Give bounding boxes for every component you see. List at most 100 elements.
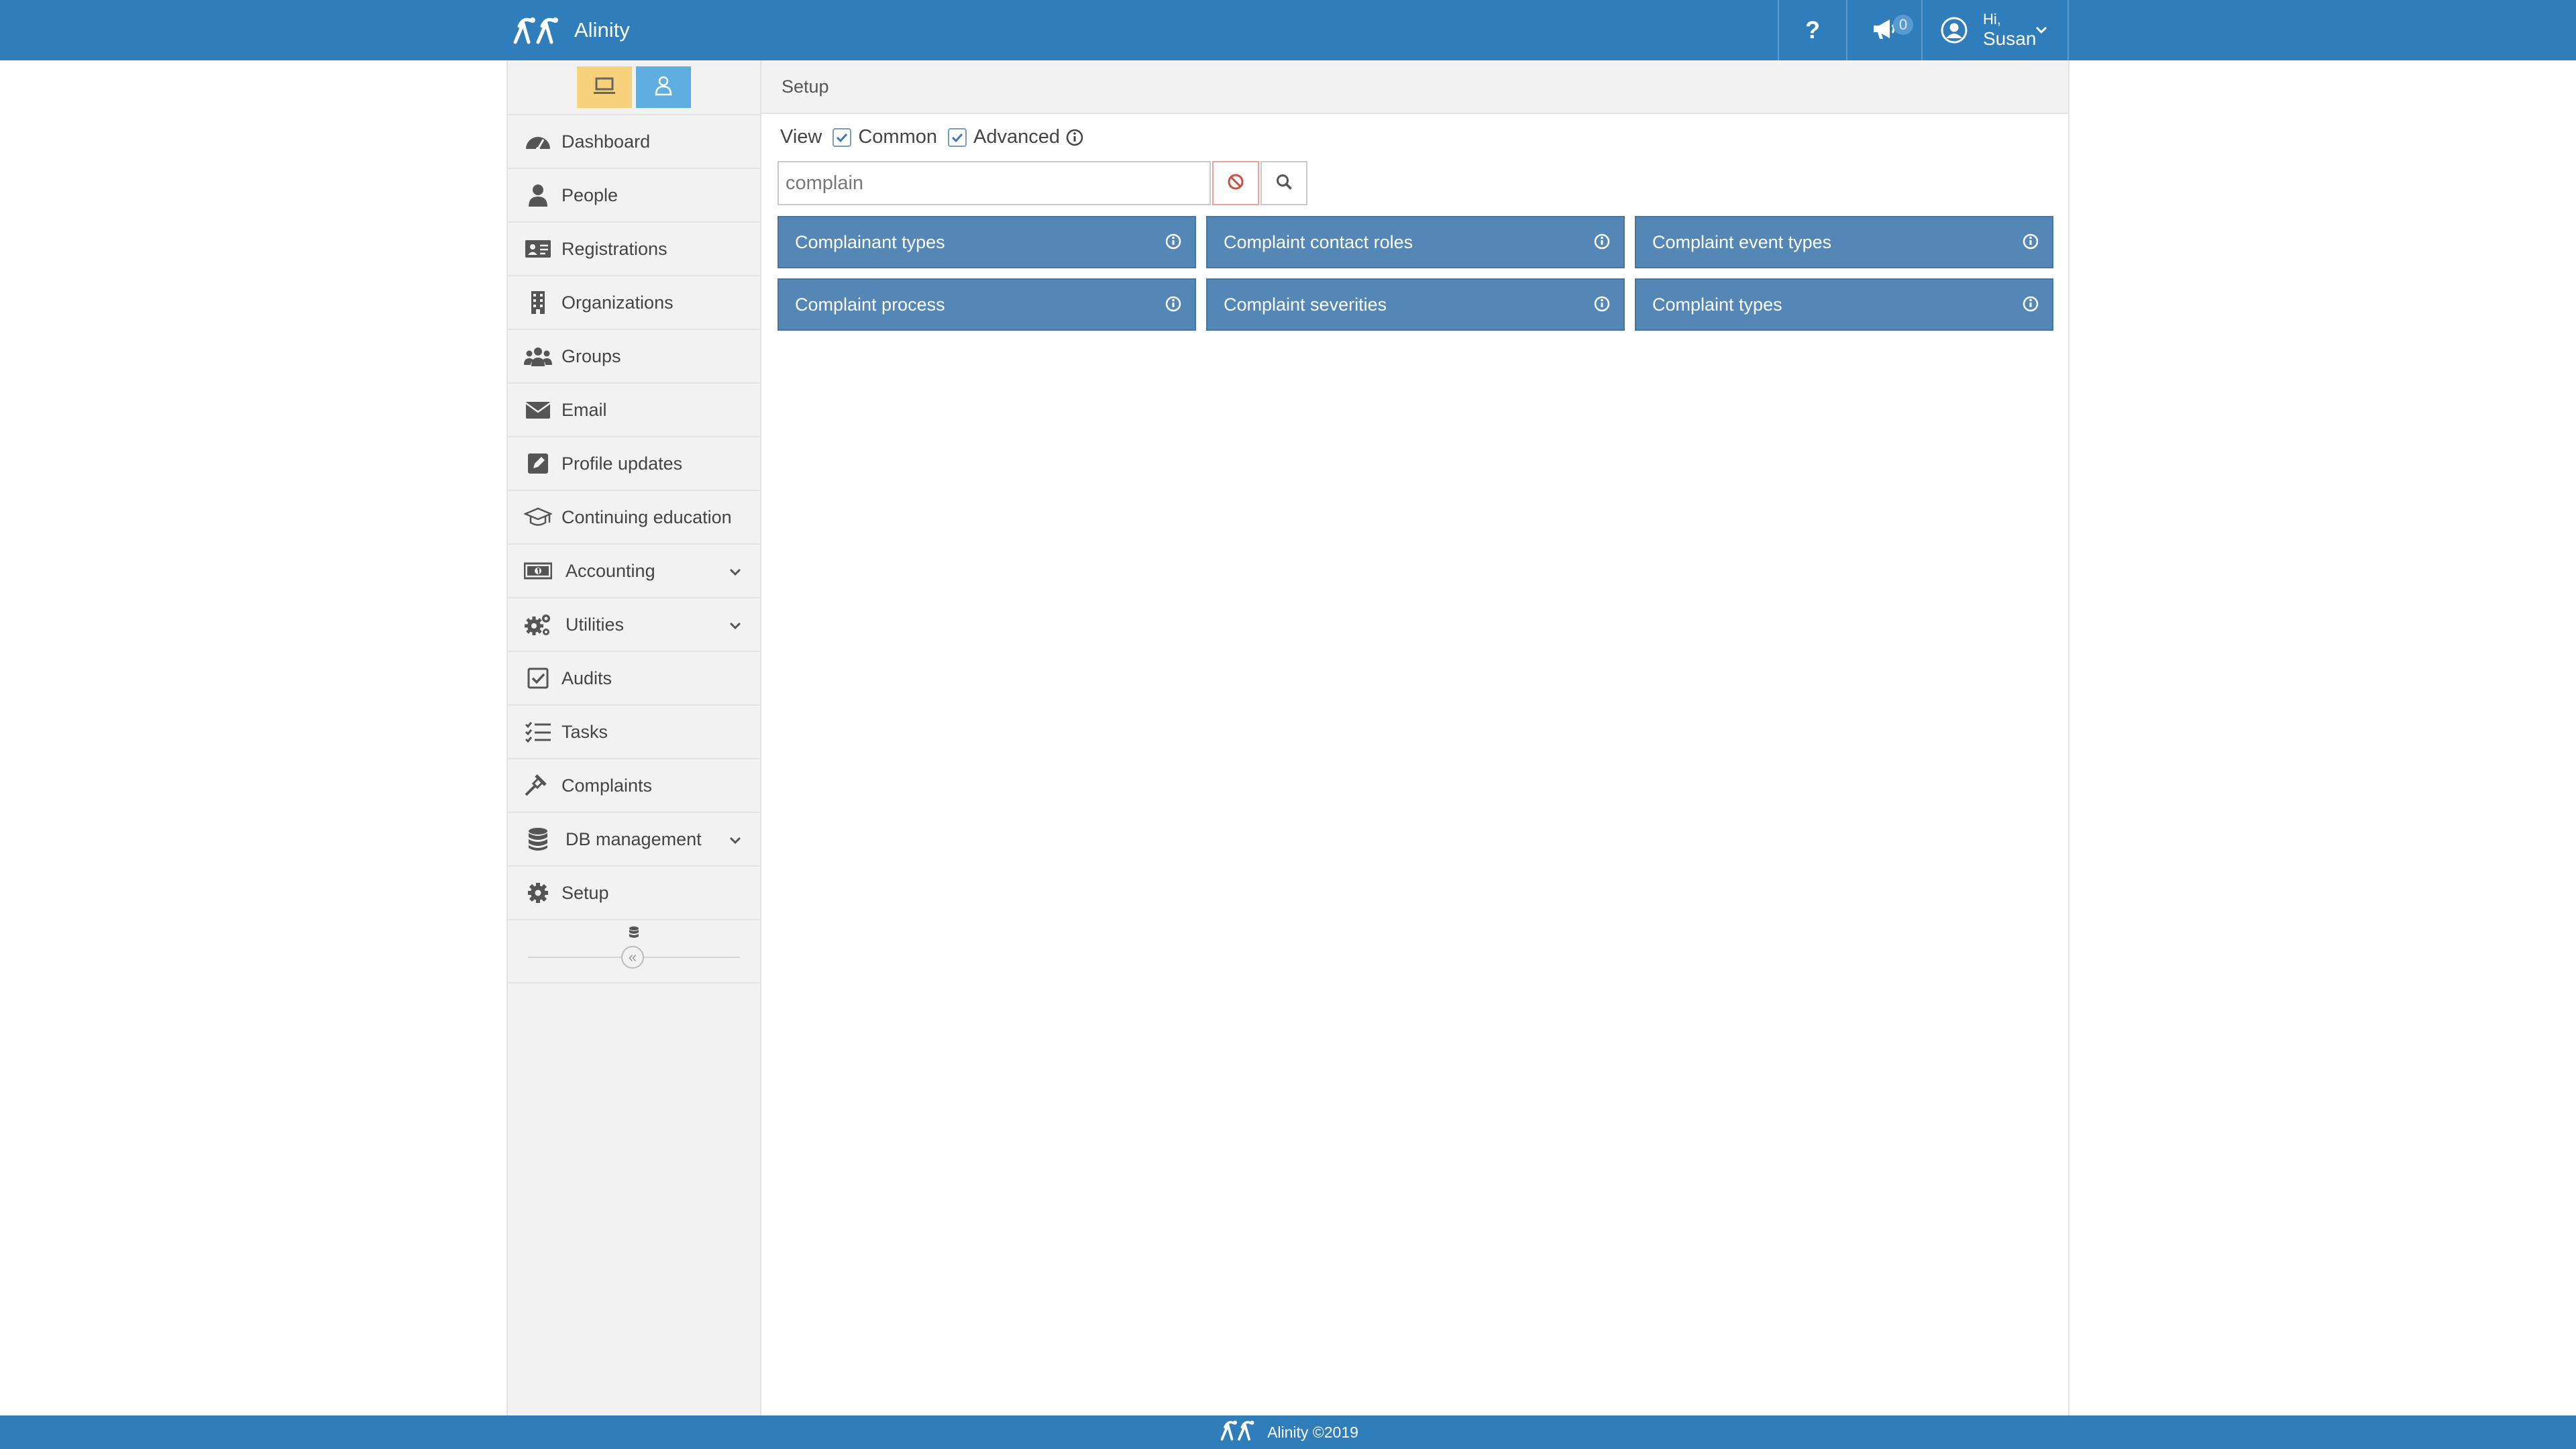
advanced-checkbox[interactable] — [948, 127, 967, 147]
sidebar-collapse-area: « — [508, 920, 760, 983]
info-icon[interactable] — [1593, 294, 1611, 313]
search-input[interactable] — [777, 161, 1211, 205]
top-navbar: Alinity ? 0 Hi, Susan — [0, 0, 2576, 60]
desktop-mode-button[interactable] — [577, 66, 632, 108]
search-button[interactable] — [1260, 161, 1307, 205]
alinity-logo-icon — [1218, 1418, 1260, 1446]
chevron-down-icon — [2034, 23, 2049, 41]
view-mode-toggle — [508, 60, 760, 115]
sidebar-item-label: Organizations — [561, 292, 674, 313]
sidebar-item-label: Registrations — [561, 238, 667, 259]
alinity-logo-icon — [511, 14, 565, 46]
breadcrumb: Setup — [761, 60, 2068, 114]
announcements-button[interactable]: 0 — [1846, 0, 1921, 60]
cog-icon — [524, 879, 552, 906]
sidebar-item-label: Setup — [561, 882, 609, 903]
common-checkbox-label[interactable]: Common — [858, 126, 937, 148]
tile-label: Complaint severities — [1224, 294, 1387, 315]
id-card-icon — [524, 235, 552, 262]
user-greeting: Hi, Susan — [1983, 12, 2036, 48]
sidebar-item-groups[interactable]: Groups — [508, 330, 760, 384]
sidebar-item-profile-updates[interactable]: Profile updates — [508, 437, 760, 491]
info-icon[interactable] — [1164, 232, 1183, 251]
info-icon[interactable] — [1065, 128, 1084, 147]
setup-tile-complaint-types[interactable]: Complaint types — [1635, 278, 2053, 331]
tachometer-icon — [524, 128, 552, 155]
sidebar-item-audits[interactable]: Audits — [508, 652, 760, 706]
setup-tiles-grid: Complainant types Complaint contact role… — [777, 216, 2053, 331]
sidebar-item-utilities[interactable]: Utilities — [508, 598, 760, 652]
tile-label: Complaint process — [795, 294, 945, 315]
tile-label: Complainant types — [795, 231, 945, 252]
tile-label: Complaint types — [1652, 294, 1782, 315]
building-icon — [524, 289, 552, 316]
chevron-down-icon — [728, 832, 743, 853]
sidebar-item-label: Continuing education — [561, 506, 732, 527]
database-icon — [524, 826, 552, 853]
graduation-cap-icon — [524, 504, 552, 531]
info-icon[interactable] — [2021, 294, 2040, 313]
view-label: View — [780, 126, 822, 148]
setup-tile-complaint-severities[interactable]: Complaint severities — [1206, 278, 1625, 331]
help-icon: ? — [1805, 16, 1820, 44]
cogs-icon — [524, 611, 552, 638]
sidebar-item-continuing-education[interactable]: Continuing education — [508, 491, 760, 545]
brand[interactable]: Alinity — [511, 0, 630, 60]
footer-copyright: Alinity ©2019 — [1267, 1423, 1358, 1441]
sidebar-item-db-management[interactable]: DB management — [508, 813, 760, 867]
check-square-icon — [524, 665, 552, 692]
sidebar-item-label: Complaints — [561, 775, 653, 796]
edit-icon — [524, 450, 552, 477]
sidebar: Dashboard People Registrations Organizat… — [506, 60, 761, 1415]
help-button[interactable]: ? — [1778, 0, 1846, 60]
main-content: Setup View Common Advanced Complai — [761, 60, 2070, 1415]
money-bill-icon — [524, 557, 552, 584]
sidebar-item-label: DB management — [566, 828, 702, 849]
info-icon[interactable] — [2021, 232, 2040, 251]
user-menu-button[interactable]: Hi, Susan — [1921, 0, 2069, 60]
greeting-text: Hi, — [1983, 11, 2001, 28]
sidebar-item-tasks[interactable]: Tasks — [508, 706, 760, 759]
sidebar-item-organizations[interactable]: Organizations — [508, 276, 760, 330]
sidebar-item-email[interactable]: Email — [508, 384, 760, 437]
sidebar-item-label: Dashboard — [561, 131, 651, 152]
info-icon[interactable] — [1164, 294, 1183, 313]
sidebar-item-label: Utilities — [566, 614, 625, 635]
advanced-checkbox-label[interactable]: Advanced — [973, 126, 1060, 148]
clear-search-button[interactable] — [1212, 161, 1259, 205]
setup-tile-complainant-types[interactable]: Complainant types — [777, 216, 1196, 268]
sidebar-item-setup[interactable]: Setup — [508, 867, 760, 920]
sidebar-item-label: Tasks — [561, 721, 608, 742]
collapse-sidebar-button[interactable]: « — [621, 946, 644, 969]
sidebar-item-people[interactable]: People — [508, 169, 760, 223]
footer: Alinity ©2019 — [0, 1415, 2576, 1449]
user-circle-icon — [1940, 16, 1968, 44]
setup-tile-complaint-event-types[interactable]: Complaint event types — [1635, 216, 2053, 268]
tile-label: Complaint event types — [1652, 231, 1832, 252]
setup-tile-complaint-contact-roles[interactable]: Complaint contact roles — [1206, 216, 1625, 268]
common-checkbox[interactable] — [833, 127, 852, 147]
setup-tile-complaint-process[interactable]: Complaint process — [777, 278, 1196, 331]
view-filter-row: View Common Advanced — [780, 126, 1084, 148]
sidebar-item-label: Accounting — [566, 560, 655, 581]
ban-icon — [1226, 172, 1245, 195]
app-name: Alinity — [574, 18, 630, 42]
person-mode-button[interactable] — [636, 66, 691, 108]
sidebar-item-label: Email — [561, 399, 607, 420]
info-icon[interactable] — [1593, 232, 1611, 251]
user-icon — [524, 182, 552, 209]
laptop-icon — [592, 74, 616, 101]
search-bar — [777, 161, 1307, 205]
sidebar-item-dashboard[interactable]: Dashboard — [508, 115, 760, 169]
sidebar-item-registrations[interactable]: Registrations — [508, 223, 760, 276]
sidebar-item-label: Audits — [561, 667, 612, 688]
top-nav-actions: ? 0 Hi, Susan — [1778, 0, 2069, 60]
chevron-down-icon — [728, 564, 743, 584]
sidebar-item-complaints[interactable]: Complaints — [508, 759, 760, 813]
users-icon — [524, 343, 552, 370]
page-title: Setup — [782, 76, 829, 97]
sidebar-item-label: Profile updates — [561, 453, 683, 474]
person-icon — [651, 74, 676, 101]
sidebar-item-accounting[interactable]: Accounting — [508, 545, 760, 598]
search-icon — [1275, 172, 1293, 195]
